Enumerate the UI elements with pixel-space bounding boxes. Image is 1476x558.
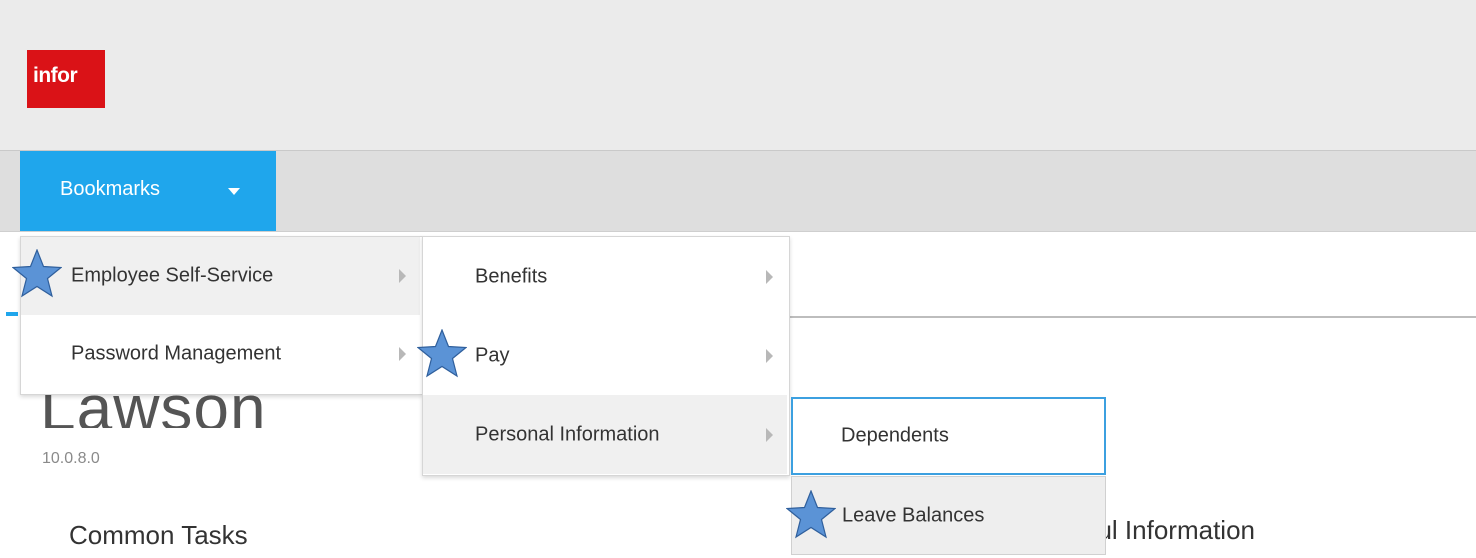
bookmarks-menu: Employee Self-Service Password Managemen… <box>20 236 423 395</box>
bookmarks-label: Bookmarks <box>60 178 161 200</box>
chevron-right-icon <box>399 269 406 283</box>
chevron-right-icon <box>766 427 773 442</box>
star-icon <box>417 329 467 379</box>
menu-item-benefits[interactable]: Benefits <box>423 237 787 316</box>
menu-item-personal-information[interactable]: Personal Information <box>423 395 787 474</box>
chevron-right-icon <box>766 269 773 284</box>
menu-item-label: Personal Information <box>475 423 660 445</box>
caret-down-icon <box>228 188 240 195</box>
infor-logo[interactable]: infor <box>27 50 105 108</box>
common-tasks-heading: Common Tasks <box>69 520 248 550</box>
chevron-right-icon <box>766 348 773 363</box>
version-label: 10.0.8.0 <box>42 450 100 467</box>
personal-information-submenu: Dependents Leave Balances <box>791 397 1106 555</box>
menu-item-label: Password Management <box>71 342 282 365</box>
bookmarks-button[interactable]: Bookmarks <box>20 151 276 231</box>
header-bar <box>0 0 1476 151</box>
logo-text: infor <box>33 64 78 87</box>
star-icon <box>12 249 62 299</box>
menu-item-label: Pay <box>475 344 510 366</box>
star-icon <box>786 490 836 540</box>
menu-item-password-management[interactable]: Password Management <box>21 315 420 393</box>
menu-item-dependents[interactable]: Dependents <box>791 397 1106 475</box>
menu-item-employee-self-service[interactable]: Employee Self-Service <box>21 237 420 315</box>
menu-item-label: Leave Balances <box>842 504 985 526</box>
menu-item-pay[interactable]: Pay <box>423 316 787 395</box>
tab-accent <box>6 312 18 316</box>
employee-self-service-submenu: Benefits Pay Personal Information <box>422 236 790 476</box>
chevron-right-icon <box>399 347 406 361</box>
tab-divider <box>784 316 1476 318</box>
menu-item-label: Employee Self-Service <box>71 264 274 287</box>
menu-item-leave-balances[interactable]: Leave Balances <box>791 476 1106 555</box>
menu-item-label: Benefits <box>475 265 548 287</box>
menu-item-label: Dependents <box>841 424 949 447</box>
